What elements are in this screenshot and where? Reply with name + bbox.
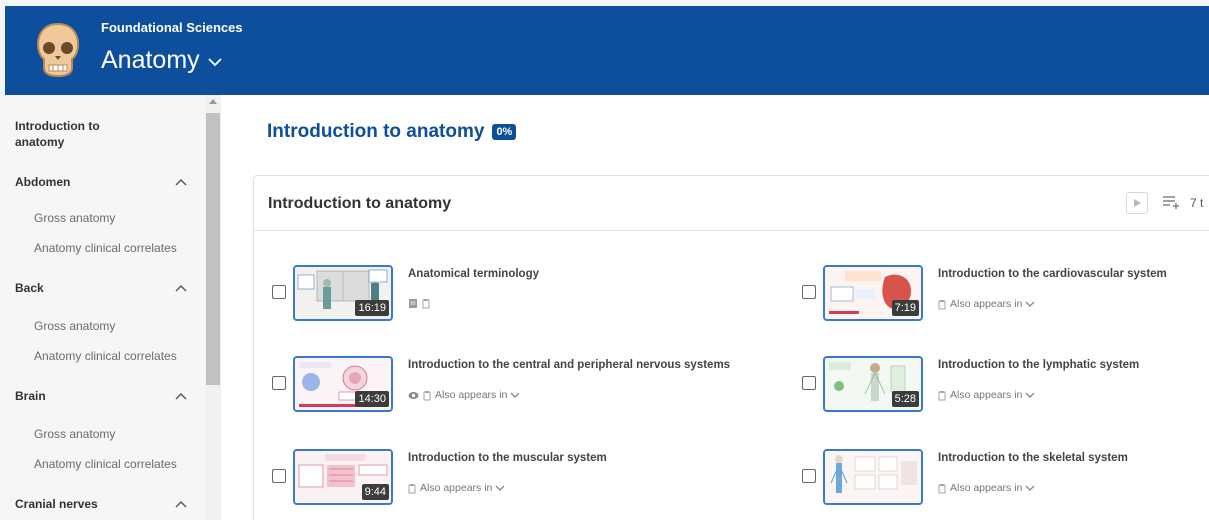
also-appears-in-dropdown[interactable]: Also appears in bbox=[420, 482, 505, 494]
video-checkbox[interactable] bbox=[802, 376, 816, 390]
video-thumbnail[interactable]: 9:44 bbox=[293, 449, 393, 505]
also-appears-label: Also appears in bbox=[950, 389, 1023, 401]
video-thumbnail[interactable]: 14:30 bbox=[293, 356, 393, 412]
video-count: 7 t bbox=[1190, 196, 1204, 210]
sidebar-scrollbar[interactable] bbox=[205, 95, 221, 520]
clipboard-icon bbox=[938, 483, 946, 493]
card-title: Introduction to anatomy bbox=[268, 195, 452, 212]
also-appears-label: Also appears in bbox=[950, 482, 1023, 494]
video-duration: 16:19 bbox=[355, 300, 389, 316]
chevron-down-icon bbox=[510, 392, 520, 398]
sidebar-section-label: Cranial nerves bbox=[15, 497, 98, 511]
video-title[interactable]: Introduction to the cardiovascular syste… bbox=[938, 268, 1167, 280]
thumbnail-illustration-icon bbox=[825, 451, 921, 503]
scroll-up-arrow-icon[interactable] bbox=[209, 99, 217, 104]
also-appears-in-dropdown[interactable]: Also appears in bbox=[950, 389, 1035, 401]
chevron-up-icon bbox=[175, 393, 187, 400]
also-appears-label: Also appears in bbox=[435, 389, 508, 401]
play-all-button[interactable] bbox=[1126, 192, 1148, 214]
video-title[interactable]: Introduction to the central and peripher… bbox=[408, 359, 730, 371]
notes-icon bbox=[409, 299, 417, 308]
category-label: Foundational Sciences bbox=[101, 20, 243, 35]
video-title[interactable]: Introduction to the skeletal system bbox=[938, 452, 1128, 464]
clipboard-icon bbox=[938, 390, 946, 400]
also-appears-label: Also appears in bbox=[420, 482, 493, 494]
sidebar-section-back[interactable]: Back bbox=[15, 281, 187, 295]
sidebar-item-brain-gross[interactable]: Gross anatomy bbox=[34, 427, 115, 441]
also-appears-in-dropdown[interactable]: Also appears in bbox=[950, 298, 1035, 310]
video-title[interactable]: Anatomical terminology bbox=[408, 268, 539, 280]
video-list-card: Introduction to anatomy 7 t 16:19 Anatom… bbox=[253, 175, 1209, 520]
video-meta: Also appears in bbox=[408, 482, 505, 494]
clipboard-icon bbox=[423, 390, 431, 400]
video-duration: 7:19 bbox=[891, 300, 919, 316]
sidebar-section-brain[interactable]: Brain bbox=[15, 389, 187, 403]
sidebar-item-abdomen-gross[interactable]: Gross anatomy bbox=[34, 211, 115, 225]
scrollbar-thumb[interactable] bbox=[206, 113, 220, 385]
video-checkbox[interactable] bbox=[272, 376, 286, 390]
also-appears-label: Also appears in bbox=[950, 298, 1023, 310]
chevron-down-icon bbox=[1025, 485, 1035, 491]
video-meta: Also appears in bbox=[408, 389, 520, 401]
video-checkbox[interactable] bbox=[272, 285, 286, 299]
page-title: Introduction to anatomy 0% bbox=[267, 121, 517, 143]
clipboard-icon bbox=[422, 299, 430, 309]
chevron-up-icon bbox=[175, 285, 187, 292]
video-thumbnail[interactable] bbox=[823, 449, 923, 505]
clipboard-icon bbox=[938, 299, 946, 309]
video-title[interactable]: Introduction to the lymphatic system bbox=[938, 359, 1139, 371]
sidebar-section-label: Abdomen bbox=[15, 175, 71, 189]
sidebar-section-label: Back bbox=[15, 281, 44, 295]
chevron-down-icon bbox=[1025, 301, 1035, 307]
also-appears-in-dropdown[interactable]: Also appears in bbox=[435, 389, 520, 401]
main-content: Introduction to anatomy 0% Introduction … bbox=[221, 95, 1209, 520]
video-meta: Also appears in bbox=[938, 389, 1035, 401]
add-to-queue-button[interactable] bbox=[1159, 190, 1183, 214]
sidebar-item-brain-clinical[interactable]: Anatomy clinical correlates bbox=[34, 457, 177, 471]
card-header: Introduction to anatomy 7 t bbox=[254, 176, 1209, 231]
video-checkbox[interactable] bbox=[272, 469, 286, 483]
video-meta: Also appears in bbox=[938, 298, 1035, 310]
chevron-down-icon bbox=[208, 58, 222, 67]
chevron-up-icon bbox=[175, 179, 187, 186]
also-appears-in-dropdown[interactable]: Also appears in bbox=[950, 482, 1035, 494]
subject-title: Anatomy bbox=[101, 46, 200, 74]
video-duration: 14:30 bbox=[355, 391, 389, 407]
video-meta: Also appears in bbox=[938, 482, 1035, 494]
video-checkbox[interactable] bbox=[802, 469, 816, 483]
video-thumbnail[interactable]: 7:19 bbox=[823, 265, 923, 321]
subject-dropdown[interactable]: Anatomy bbox=[101, 46, 222, 75]
sidebar-item-introduction[interactable]: Introduction to anatomy bbox=[15, 118, 135, 150]
chevron-down-icon bbox=[1025, 392, 1035, 398]
sidebar-section-abdomen[interactable]: Abdomen bbox=[15, 175, 187, 189]
sidebar-item-abdomen-clinical[interactable]: Anatomy clinical correlates bbox=[34, 241, 177, 255]
playlist-add-icon bbox=[1163, 196, 1179, 209]
page-title-text: Introduction to anatomy bbox=[267, 121, 485, 142]
top-header: Foundational Sciences Anatomy bbox=[5, 6, 1209, 95]
sidebar-section-cranial-nerves[interactable]: Cranial nerves bbox=[15, 497, 187, 511]
sidebar-item-back-clinical[interactable]: Anatomy clinical correlates bbox=[34, 349, 177, 363]
chevron-up-icon bbox=[175, 501, 187, 508]
skull-logo-icon bbox=[36, 22, 80, 78]
video-thumbnail[interactable]: 16:19 bbox=[293, 265, 393, 321]
sidebar-item-back-gross[interactable]: Gross anatomy bbox=[34, 319, 115, 333]
play-icon bbox=[1133, 199, 1141, 207]
clipboard-icon bbox=[408, 483, 416, 493]
eye-icon bbox=[408, 391, 419, 399]
video-thumbnail[interactable]: 5:28 bbox=[823, 356, 923, 412]
video-checkbox[interactable] bbox=[802, 285, 816, 299]
video-duration: 5:28 bbox=[891, 391, 919, 407]
progress-badge: 0% bbox=[492, 124, 517, 140]
video-meta bbox=[408, 298, 430, 309]
chevron-down-icon bbox=[495, 485, 505, 491]
sidebar-section-label: Brain bbox=[15, 389, 46, 403]
video-duration: 9:44 bbox=[361, 484, 389, 500]
video-title[interactable]: Introduction to the muscular system bbox=[408, 452, 607, 464]
sidebar: Introduction to anatomy Abdomen Gross an… bbox=[5, 95, 221, 520]
